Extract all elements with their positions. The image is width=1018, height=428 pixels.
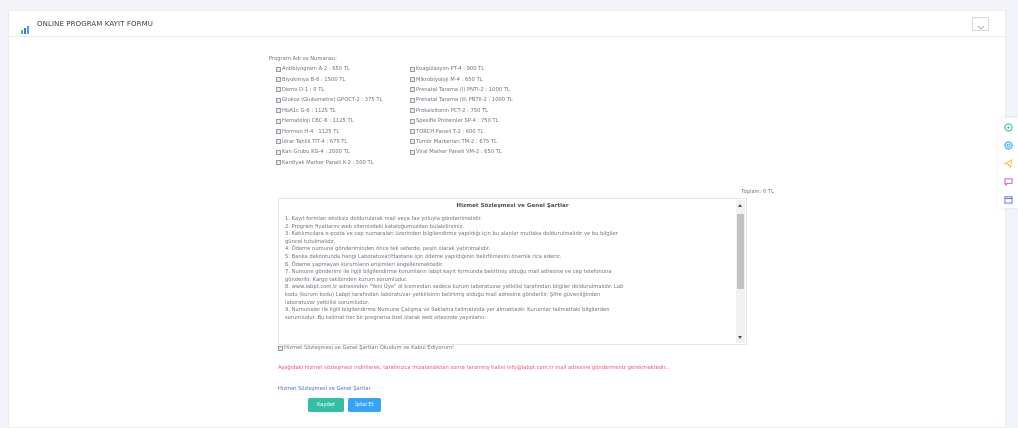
checkbox[interactable] <box>276 160 281 166</box>
total-amount: Toplam: 0 TL <box>741 189 774 195</box>
program-checkbox-item[interactable]: Prokalsitonin PCT-2 : 750 TL <box>410 106 513 116</box>
program-list-left: Antibiyogram A-2 : 650 TL Biyokimya B-6 … <box>276 64 382 168</box>
chevron-down-icon <box>977 15 985 34</box>
side-toolbar <box>998 118 1018 208</box>
checkbox[interactable] <box>410 118 415 124</box>
checkbox[interactable] <box>410 97 415 103</box>
contract-item: 8. www.labpt.com.tr adresinden "Yeni Üye… <box>285 284 624 291</box>
program-checkbox-item[interactable]: Kardiyak Marker Paneli K-2 : 500 TL <box>276 158 382 168</box>
program-checkbox-item[interactable]: Hormon H-4 : 1125 TL <box>276 126 382 136</box>
calendar-icon[interactable] <box>998 190 1018 208</box>
scrollbar-thumb[interactable] <box>737 214 744 289</box>
agree-checkbox[interactable] <box>278 345 283 351</box>
program-checkbox-item[interactable]: Prenatal Tarama (II) PNTII-2 : 1000 TL <box>410 95 513 105</box>
contract-item: 5. Banka dekontunda hangi Laboratuvar/Ha… <box>285 253 562 260</box>
checkbox[interactable] <box>276 87 281 93</box>
contract-item: 3. Katılımcılara e-posta ve cep numarala… <box>285 231 618 238</box>
program-checkbox-item[interactable]: Hematoloji CBC-6 : 1125 TL <box>276 116 382 126</box>
program-checkbox-item[interactable]: Demo D-1 : 0 TL <box>276 85 382 95</box>
send-icon[interactable] <box>998 154 1018 172</box>
checkbox[interactable] <box>410 139 415 145</box>
program-checkbox-item[interactable]: Glukoz (Glukometre) GPOCT-2 : 375 TL <box>276 95 382 105</box>
program-checkbox-item[interactable]: Spesifik Proteinler SP-4 : 750 TL <box>410 116 513 126</box>
checkbox[interactable] <box>410 87 415 93</box>
panel-header: ONLINE PROGRAM KAYIT FORMU <box>9 11 1005 37</box>
life-ring-icon[interactable] <box>998 136 1018 154</box>
program-checkbox-item[interactable]: Tümör Markerları TM-2 : 675 TL <box>410 137 513 147</box>
cancel-button[interactable]: İptal Et <box>348 398 381 412</box>
scrollbar[interactable] <box>736 200 745 343</box>
palette-icon[interactable] <box>998 118 1018 136</box>
contract-item: sorumludur. Bu talimat her bir programa … <box>285 314 486 321</box>
contract-list: 1. Kayıt formları eksiksiz doldurularak … <box>285 216 735 322</box>
checkbox[interactable] <box>276 66 281 72</box>
save-button[interactable]: Kaydet <box>308 398 344 412</box>
contract-item: 4. Ödeme numune gönderiminden önce tek s… <box>285 246 491 253</box>
agree-checkbox-item[interactable]: Hizmet Sözleşmesi ve Genel Şartları Okud… <box>278 345 454 351</box>
checkbox[interactable] <box>276 77 281 83</box>
program-label: Program Adı ve Numarası: <box>269 56 337 62</box>
collapse-button[interactable] <box>972 17 989 31</box>
program-checkbox-item[interactable]: Koagülasyon PT-4 : 900 TL <box>410 64 513 74</box>
checkbox[interactable] <box>410 77 415 83</box>
program-checkbox-item[interactable]: HbA1c G-6 : 1125 TL <box>276 106 382 116</box>
program-checkbox-item[interactable]: İdrar Tahlili TİT-4 : 675 TL <box>276 137 382 147</box>
chat-icon[interactable] <box>998 172 1018 190</box>
contract-item: 7. Numune gönderimi ile ilgili bilgilend… <box>285 269 612 276</box>
checkbox[interactable] <box>276 129 281 135</box>
program-checkbox-item[interactable]: Kan Grubu KG-4 : 2000 TL <box>276 147 382 157</box>
contract-title: Hizmet Sözleşmesi ve Genel Şartlar <box>456 203 569 209</box>
program-checkbox-item[interactable]: Viral Marker Paneli VM-2 : 650 TL <box>410 147 513 157</box>
checkbox[interactable] <box>276 118 281 124</box>
checkbox[interactable] <box>410 66 415 72</box>
warning-text: Aşağıdaki hizmet sözleşmesi indirilerek,… <box>278 365 671 371</box>
program-list-right: Koagülasyon PT-4 : 900 TL Mikrobiyoloji … <box>410 64 513 158</box>
checkbox[interactable] <box>276 139 281 145</box>
checkbox[interactable] <box>410 129 415 135</box>
program-checkbox-item[interactable]: Antibiyogram A-2 : 650 TL <box>276 64 382 74</box>
checkbox[interactable] <box>276 97 281 103</box>
contract-textarea[interactable]: Hizmet Sözleşmesi ve Genel Şartlar 1. Ka… <box>278 198 747 345</box>
checkbox[interactable] <box>276 108 281 114</box>
agree-label: Hizmet Sözleşmesi ve Genel Şartları Okud… <box>284 345 455 351</box>
program-checkbox-item[interactable]: Prenatal Tarama (I) PNTI-2 : 1000 TL <box>410 85 513 95</box>
page-title: ONLINE PROGRAM KAYIT FORMU <box>37 19 153 28</box>
program-checkbox-item[interactable]: TORCH Paneli T-2 : 600 TL <box>410 126 513 136</box>
checkbox[interactable] <box>276 149 281 155</box>
bar-chart-icon <box>21 19 31 34</box>
program-checkbox-item[interactable]: Biyokimya B-6 : 1500 TL <box>276 74 382 84</box>
scroll-up-icon[interactable] <box>738 204 742 207</box>
checkbox[interactable] <box>410 108 415 114</box>
contract-item: 1. Kayıt formları eksiksiz doldurularak … <box>285 216 482 222</box>
contract-item: laboratuvar yetkilisi sorumludur. <box>285 299 370 306</box>
checkbox[interactable] <box>410 149 415 155</box>
contract-item: 9. Numuneler ile ilgili bilgilendirme Nu… <box>285 307 610 314</box>
scroll-down-icon[interactable] <box>738 336 742 339</box>
contract-link[interactable]: Hizmet Sözleşmesi ve Genel Şartlar <box>278 386 371 392</box>
program-checkbox-item[interactable]: Mikrobiyoloji M-4 : 650 TL <box>410 74 513 84</box>
contract-item: kodu (kurum kodu) Labpt tarafından labor… <box>285 291 601 298</box>
